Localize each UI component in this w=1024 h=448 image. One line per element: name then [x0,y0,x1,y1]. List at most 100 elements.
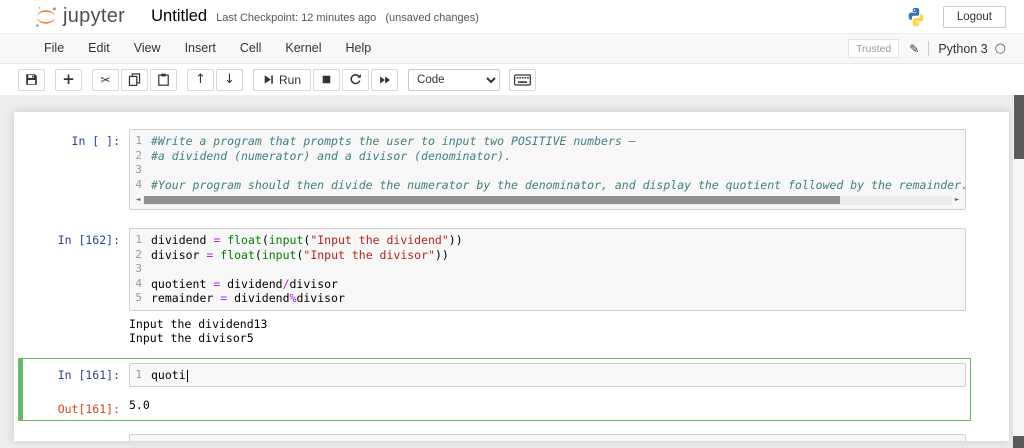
command-palette-button[interactable] [509,68,537,91]
fast-forward-icon [379,75,390,84]
output-text: 5.0 [129,398,150,412]
code-text: quoti [151,368,188,383]
code-line: 5 remainder = dividend%divisor [130,291,965,306]
menu-insert[interactable]: Insert [173,34,228,63]
checkpoint-status: Last Checkpoint: 12 minutes ago [216,12,377,24]
interrupt-kernel-button[interactable] [313,68,341,91]
menubar: File Edit View Insert Cell Kernel Help T… [0,33,1024,64]
vertical-scrollbar[interactable] [1012,95,1024,448]
notebook-header: jupyter Untitled Last Checkpoint: 12 min… [0,0,1024,33]
code-line: 1 [130,439,965,441]
move-cell-down-button[interactable]: ↓ [216,68,243,91]
input-prompt: In [ ]: [71,134,120,148]
scissors-icon: ✂ [100,72,111,87]
trusted-badge[interactable]: Trusted [848,39,900,58]
output-prompt: Out[161]: [57,402,120,416]
menu-cell[interactable]: Cell [228,34,274,63]
code-cell-1[interactable]: In [ ]: 1 #Write a program that prompts t… [18,124,971,215]
arrow-up-icon: ↑ [195,72,206,87]
code-editor[interactable]: 1 #Write a program that prompts the user … [129,129,966,210]
horizontal-scrollbar[interactable]: ◄ ► [133,195,962,205]
copy-cells-button[interactable] [121,68,148,91]
jupyter-logo[interactable]: jupyter [34,5,125,29]
menu-view[interactable]: View [122,34,173,63]
notebook-title[interactable]: Untitled [151,7,207,26]
code-editor[interactable]: 1 [129,434,966,441]
text-cursor [186,369,188,382]
step-forward-icon [264,75,273,84]
code-line: 4 quotient = dividend/divisor [130,277,965,292]
input-prompt: In [161]: [57,367,120,382]
kernel-name: Python 3 [938,41,988,56]
save-button[interactable] [18,68,45,91]
scroll-down-arrow[interactable] [1013,436,1024,448]
hscrollbar-track[interactable] [143,195,952,205]
code-line: 1 dividend = float(input("Input the divid… [130,233,965,248]
scroll-left-arrow-icon[interactable]: ◄ [133,195,143,205]
restart-kernel-button[interactable] [342,68,370,91]
line-number: 4 [135,276,142,290]
python-logo-icon [908,7,924,26]
pencil-icon: ✎ [909,41,920,56]
vscrollbar-thumb[interactable] [1014,95,1024,159]
line-number: 1 [135,367,142,381]
code-text: divisor = float(input("Input the divisor… [151,247,449,262]
run-button-label: Run [279,72,302,87]
output-prompt-empty [23,316,129,345]
arrow-down-icon: ↓ [224,72,235,87]
line-number: 2 [135,247,142,261]
line-number: 1 [135,233,142,246]
notebook-page-background: In [ ]: 1 #Write a program that prompts t… [0,95,1024,448]
code-line: 3 [130,163,965,178]
cell-type-select[interactable]: Code [408,68,501,91]
code-editor[interactable]: 1 quoti [129,362,966,387]
code-line: 1 #Write a program that prompts the user … [130,134,965,149]
code-text: #Write a program that prompts the user t… [151,134,636,148]
line-number: 2 [135,148,142,162]
line-number: 1 [135,134,142,147]
scroll-right-arrow-icon[interactable]: ► [952,195,962,205]
code-cell-2[interactable]: In [162]: 1 dividend = float(input("Input… [18,223,971,350]
kernel-divider [928,41,930,56]
code-line: 3 [130,262,965,277]
logout-button[interactable]: Logout [942,5,1006,28]
kernel-idle-icon: ○ [994,41,1006,56]
restart-run-all-button[interactable] [371,68,399,91]
input-prompt: In [ ]: [23,434,129,441]
header-right: Logout [905,5,1006,28]
move-cell-up-button[interactable]: ↑ [187,68,214,91]
jupyter-logo-icon [36,6,56,27]
code-cell-4[interactable]: In [ ]: 1 [18,429,971,441]
run-button[interactable]: Run [253,68,312,91]
menu-edit[interactable]: Edit [76,34,122,63]
input-prompt: In [162]: [57,233,120,247]
paste-icon [158,73,169,86]
cut-cells-button[interactable]: ✂ [92,68,119,91]
menu-help[interactable]: Help [334,34,384,63]
code-text: quotient = dividend/divisor [151,276,338,291]
refresh-icon [350,73,361,85]
line-number: 5 [135,291,142,304]
output-area: Out[161]: 5.0 [23,397,966,416]
hscrollbar-thumb[interactable] [144,196,840,204]
paste-cells-button[interactable] [150,68,177,91]
line-number: 3 [135,163,142,176]
toolbar: + ✂ ↑ ↓ Run Code [0,64,1024,95]
menu-file[interactable]: File [32,34,76,63]
jupyter-logo-text: jupyter [63,5,126,27]
menu-kernel[interactable]: Kernel [273,34,333,63]
line-number: 4 [135,177,142,191]
menu-items: File Edit View Insert Cell Kernel Help [32,34,383,63]
save-icon [26,74,37,85]
title-area: Untitled Last Checkpoint: 12 minutes ago… [151,7,479,26]
code-line: 2 divisor = float(input("Input the diviso… [130,248,965,263]
code-line: 2 #a dividend (numerator) and a divisor (… [130,149,965,164]
code-editor[interactable]: 1 dividend = float(input("Input the divid… [129,228,966,311]
unsaved-changes-label: (unsaved changes) [385,12,479,24]
code-line: 1 quoti [130,368,965,383]
code-text: dividend = float(input("Input the divide… [151,233,463,247]
keyboard-icon [514,73,531,86]
code-text: #a dividend (numerator) and a divisor (d… [151,148,512,163]
code-cell-3-selected[interactable]: In [161]: 1 quoti Out[161]: 5.0 [18,357,971,421]
insert-cell-below-button[interactable]: + [55,68,82,91]
